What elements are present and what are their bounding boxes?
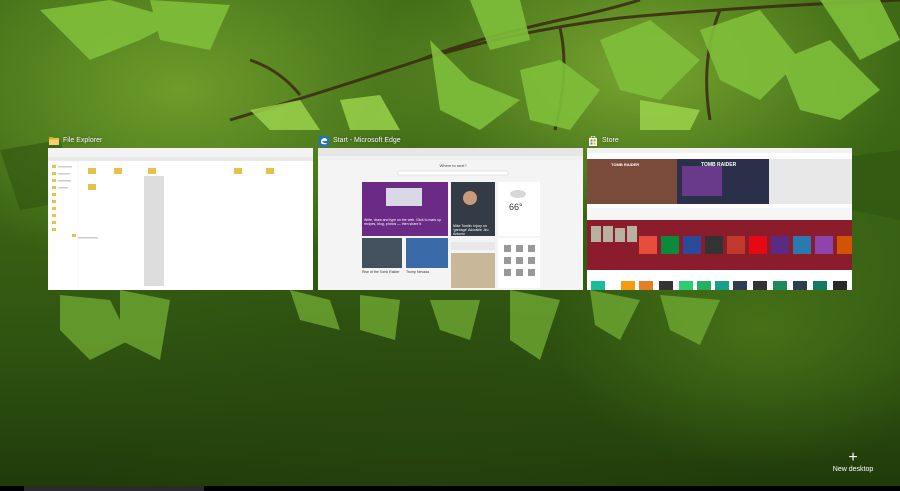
window-header: File Explorer bbox=[48, 134, 313, 147]
taskbar bbox=[0, 486, 900, 491]
edge-search-prompt: Where to next? bbox=[439, 163, 467, 168]
store-preview-graphic bbox=[587, 148, 852, 290]
window-preview bbox=[48, 148, 313, 290]
edge-hero-caption[interactable]: Write, draw and type on the web. Click t… bbox=[364, 218, 446, 226]
leaves-lower bbox=[60, 290, 720, 360]
window-title: File Explorer bbox=[63, 137, 103, 144]
window-title: Start - Microsoft Edge bbox=[333, 137, 401, 144]
store-hero-title-2[interactable]: TOMB RAIDER bbox=[701, 162, 736, 168]
taskbar-pressed-area bbox=[24, 486, 204, 491]
window-title: Store bbox=[602, 137, 619, 144]
window-edge[interactable]: Start - Microsoft Edge Where to next? Wr… bbox=[318, 134, 583, 290]
edge-news-caption[interactable]: Mike Tomlin: Injury on 'garbage' Adorabl… bbox=[453, 224, 495, 236]
edge-story-b[interactable]: Trump Nevada bbox=[406, 270, 448, 274]
store-hero-title[interactable]: TOMB RAIDER bbox=[611, 162, 639, 167]
plus-icon: + bbox=[848, 449, 858, 466]
window-preview: TOMB RAIDER TOMB RAIDER bbox=[587, 148, 852, 290]
new-desktop-label: New desktop bbox=[832, 466, 874, 473]
new-desktop-button[interactable]: + New desktop bbox=[818, 449, 888, 474]
folder-icon bbox=[49, 136, 59, 145]
edge-preview-graphic bbox=[318, 148, 583, 290]
window-preview: Where to next? Write, draw and type on t… bbox=[318, 148, 583, 290]
leaves-upper bbox=[40, 0, 900, 130]
weather-temperature: 66° bbox=[509, 202, 523, 212]
window-header: Start - Microsoft Edge bbox=[318, 134, 583, 147]
store-icon bbox=[589, 135, 597, 146]
window-store[interactable]: Store TOMB RAIDER TOMB RAIDER bbox=[587, 134, 852, 290]
window-file-explorer[interactable]: File Explorer bbox=[48, 134, 313, 290]
window-header: Store bbox=[587, 134, 852, 147]
edge-story-a[interactable]: Rise of the Tomb Raider bbox=[362, 270, 402, 274]
edge-icon bbox=[319, 135, 329, 146]
